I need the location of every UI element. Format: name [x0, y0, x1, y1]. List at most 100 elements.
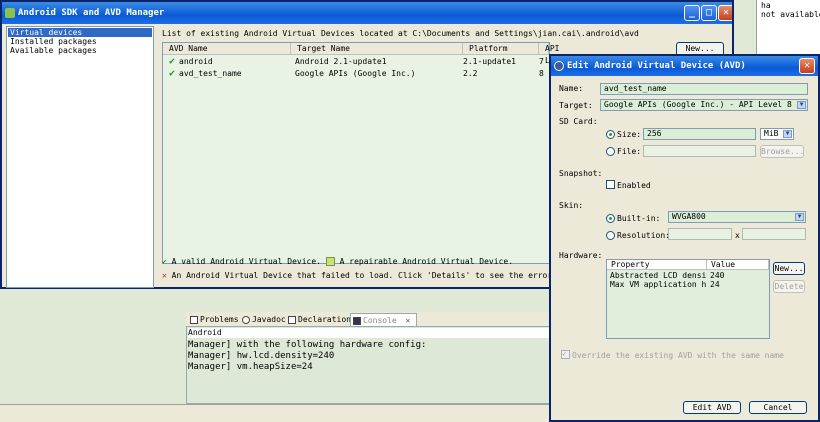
close-icon[interactable]: ✕	[406, 316, 411, 325]
size-label: Size:	[617, 130, 642, 139]
table-row[interactable]: ✔ android Android 2.1-update1 2.1-update…	[163, 56, 549, 68]
skin-value: WVGA800	[672, 212, 706, 221]
name-label: Name:	[559, 84, 584, 93]
cancel-button[interactable]: Cancel	[749, 401, 807, 414]
size-unit-value: MiB	[764, 129, 779, 138]
tab-problems[interactable]: Problems	[188, 313, 239, 326]
hw-property[interactable]: Abstracted LCD density	[607, 271, 707, 280]
avd-target: Android 2.1-update1	[295, 57, 387, 66]
close-button[interactable]: ✕	[718, 5, 732, 21]
sdk-window-titlebar[interactable]: Android SDK and AVD Manager _ □ ✕	[2, 2, 732, 24]
resolution-width-field[interactable]	[668, 228, 732, 240]
window-title: Android SDK and AVD Manager	[18, 8, 165, 18]
nav-item-available-packages[interactable]: Available packages	[8, 46, 152, 55]
android-app-icon	[5, 8, 15, 18]
builtin-radio[interactable]	[606, 214, 615, 223]
builtin-label: Built-in:	[617, 214, 661, 223]
valid-check-icon: ✔	[169, 68, 176, 79]
hw-delete-button[interactable]: Delete	[773, 280, 805, 293]
edit-avd-dialog: Edit Android Virtual Device (AVD) ✕ Name…	[549, 54, 820, 422]
snapshot-enabled-checkbox[interactable]	[606, 180, 615, 189]
target-select[interactable]: Google APIs (Google Inc.) - API Level 8 …	[600, 99, 808, 111]
column-header[interactable]: Property	[607, 260, 707, 270]
size-radio[interactable]	[606, 130, 615, 139]
legend-repairable-text: A repairable Android Virtual Device.	[339, 257, 514, 266]
file-field[interactable]	[643, 145, 756, 157]
tab-label: Declaration	[298, 315, 351, 324]
snapshot-label: Snapshot:	[559, 169, 603, 178]
avd-platform: 2.1-update1	[463, 57, 516, 66]
legend-valid: ✔ A valid Android Virtual Device. A repa…	[162, 257, 513, 267]
column-header[interactable]: Target Name	[291, 43, 463, 55]
file-radio[interactable]	[606, 147, 615, 156]
valid-check-icon: ✔	[169, 56, 176, 67]
chevron-down-icon: ▼	[795, 213, 804, 221]
close-button[interactable]: ✕	[799, 58, 815, 74]
edit-avd-button[interactable]: Edit AVD	[683, 401, 741, 414]
javadoc-icon	[242, 316, 250, 324]
valid-check-icon: ✔	[162, 257, 167, 266]
resolution-height-field[interactable]	[742, 228, 806, 240]
tab-label: Console	[363, 316, 397, 325]
error-x-icon: ✕	[162, 271, 167, 280]
table-row[interactable]: ✔ avd_test_name Google APIs (Google Inc.…	[163, 68, 549, 80]
size-field[interactable]: 256	[643, 128, 756, 140]
hw-new-button[interactable]: New...	[773, 262, 805, 275]
legend-failed: ✕ An Android Virtual Device that failed …	[162, 271, 557, 281]
hw-value[interactable]: 240	[707, 271, 767, 280]
console-icon	[353, 317, 361, 325]
dialog-title: Edit Android Virtual Device (AVD)	[567, 61, 746, 71]
tab-declaration[interactable]: Declaration	[286, 313, 351, 326]
declaration-icon	[288, 316, 296, 324]
sdk-nav-list: Virtual devices Installed packages Avail…	[6, 26, 154, 288]
console-header: Android	[188, 328, 550, 338]
target-value: Google APIs (Google Inc.) - API Level 8	[604, 100, 792, 109]
maximize-button[interactable]: □	[701, 5, 717, 21]
skin-select[interactable]: WVGA800 ▼	[668, 211, 806, 223]
right-panel-line: ha	[761, 1, 771, 10]
file-label: File:	[617, 147, 642, 156]
legend-failed-text: An Android Virtual Device that failed to…	[171, 271, 557, 280]
avd-platform: 2.2	[463, 69, 478, 78]
skin-label: Skin:	[559, 201, 584, 210]
nav-item-installed-packages[interactable]: Installed packages	[8, 37, 152, 46]
legend-valid-text: A valid Android Virtual Device.	[171, 257, 321, 266]
right-panel-line: not available.	[761, 10, 820, 19]
override-checkbox[interactable]	[561, 349, 570, 359]
tab-label: Javadoc	[252, 315, 286, 324]
hardware-label: Hardware:	[559, 251, 603, 260]
avd-name: android	[179, 57, 213, 66]
override-label: Override the existing AVD with the same …	[572, 351, 784, 360]
name-field[interactable]: avd_test_name	[600, 83, 808, 95]
dialog-titlebar[interactable]: Edit Android Virtual Device (AVD) ✕	[551, 56, 818, 76]
sdcard-label: SD Card:	[559, 117, 598, 126]
avd-table: AVD Name Target Name Platform API Level …	[162, 42, 569, 264]
size-unit-select[interactable]: MiB ▼	[760, 128, 794, 140]
nav-item-virtual-devices[interactable]: Virtual devices	[8, 28, 152, 37]
console-line: Manager] with the following hardware con…	[188, 340, 427, 350]
resolution-radio[interactable]	[606, 231, 615, 240]
browse-button[interactable]: Browse...	[760, 145, 804, 158]
eclipse-icon	[554, 61, 564, 71]
hw-property[interactable]: Max VM application h...	[607, 280, 707, 289]
column-header[interactable]: API Level	[539, 43, 569, 65]
avd-list-caption: List of existing Android Virtual Devices…	[162, 29, 639, 38]
avd-target: Google APIs (Google Inc.)	[295, 69, 416, 78]
avd-name: avd_test_name	[179, 69, 242, 78]
tab-javadoc[interactable]: Javadoc	[240, 313, 286, 326]
column-header[interactable]: Platform	[463, 43, 539, 55]
minimize-button[interactable]: _	[684, 5, 700, 21]
hw-value[interactable]: 24	[707, 280, 767, 289]
console-line: Manager] vm.heapSize=24	[188, 362, 313, 372]
tab-label: Problems	[200, 315, 239, 324]
tab-console[interactable]: Console ✕	[350, 313, 418, 326]
enabled-label: Enabled	[617, 181, 651, 190]
column-header[interactable]: Value	[707, 260, 769, 270]
repairable-icon	[325, 257, 335, 266]
hardware-table: Property Value Abstracted LCD density 24…	[606, 259, 770, 339]
chevron-down-icon: ▼	[797, 101, 806, 109]
resolution-x-label: x	[735, 231, 740, 240]
chevron-down-icon: ▼	[783, 130, 792, 138]
console-tab-bar: Problems Javadoc Declaration Console ✕	[186, 312, 552, 327]
column-header[interactable]: AVD Name	[163, 43, 291, 55]
